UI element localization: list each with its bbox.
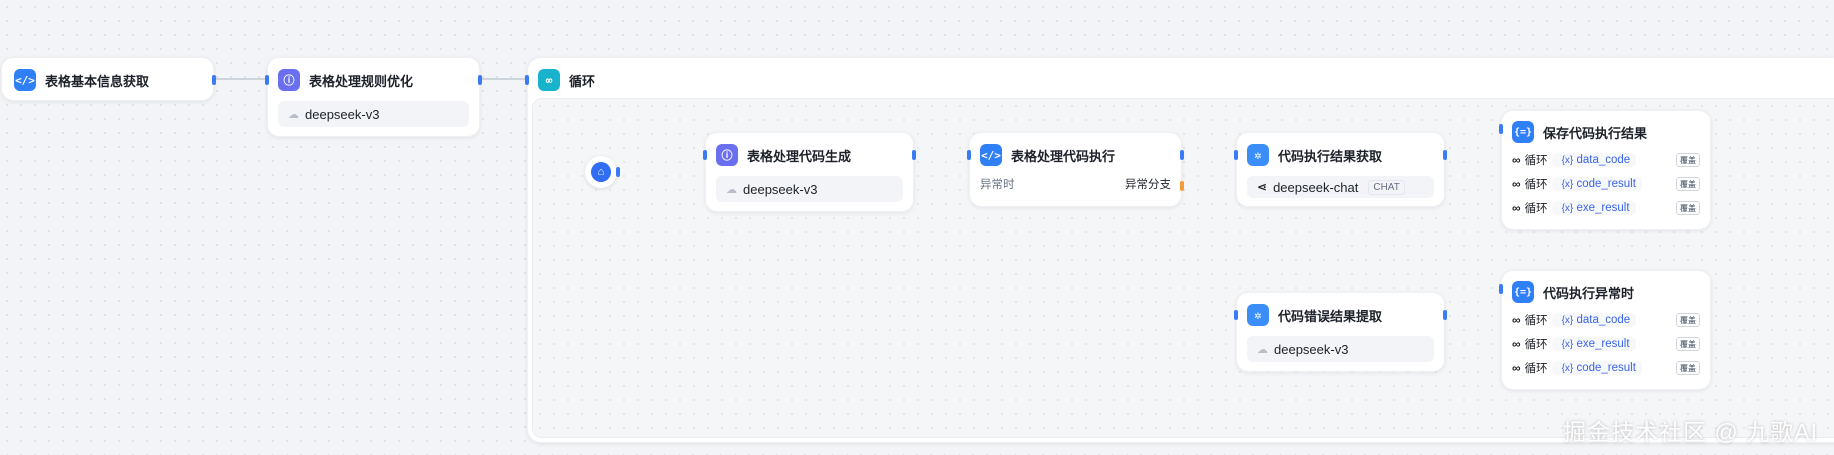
node-title: 表格处理代码生成 xyxy=(747,148,852,164)
llm-icon: ⓘ xyxy=(716,144,738,166)
node-rule-optimize[interactable]: ⓘ 表格处理规则优化 ☁ deepseek-v3 xyxy=(265,57,482,137)
exception-handle[interactable] xyxy=(1180,181,1184,191)
input-handle[interactable] xyxy=(703,150,707,160)
loop-icon: ∞ xyxy=(1512,361,1521,375)
agent-icon: ✲ xyxy=(1247,304,1269,326)
variable-name: code_result xyxy=(1576,178,1636,190)
output-handle[interactable] xyxy=(212,75,216,85)
model-field[interactable]: ☁ deepseek-v3 xyxy=(716,176,903,202)
loop-icon: ∞ xyxy=(1512,337,1521,351)
variable-icon: {x} xyxy=(1561,363,1574,374)
variable-row[interactable]: ∞ 循环 {x} exe_result 覆盖 xyxy=(1512,335,1700,353)
loop-icon: ∞ xyxy=(1512,201,1521,215)
llm-icon: ⓘ xyxy=(278,69,300,91)
variable-row[interactable]: ∞ 循环 {x} data_code 覆盖 xyxy=(1512,151,1700,169)
node-code-generate[interactable]: ⓘ 表格处理代码生成 ☁ deepseek-v3 xyxy=(703,132,916,212)
output-handle[interactable] xyxy=(478,75,482,85)
variable-source: 循环 xyxy=(1524,179,1548,191)
model-tag: CHAT xyxy=(1368,179,1405,195)
exception-branch-label: 异常分支 xyxy=(1125,179,1171,191)
variable-icon: {=} xyxy=(1512,281,1534,303)
variable-source: 循环 xyxy=(1524,203,1548,215)
variable-row[interactable]: ∞ 循环 {x} data_code 覆盖 xyxy=(1512,311,1700,329)
loop-start-node[interactable]: ⌂ xyxy=(585,156,620,188)
overwrite-button[interactable]: 覆盖 xyxy=(1676,153,1700,167)
node-table-info[interactable]: </> 表格基本信息获取 xyxy=(1,57,216,101)
node-title: 保存代码执行结果 xyxy=(1543,125,1648,141)
exception-row: 异常时 异常分支 xyxy=(980,176,1171,192)
node-error-extract[interactable]: ✲ 代码错误结果提取 ☁ deepseek-v3 xyxy=(1234,292,1447,372)
input-handle[interactable] xyxy=(967,150,971,160)
loop-icon: ∞ xyxy=(1512,177,1521,191)
variable-row[interactable]: ∞ 循环 {x} code_result 覆盖 xyxy=(1512,175,1700,193)
model-name: deepseek-chat xyxy=(1273,179,1359,195)
output-handle[interactable] xyxy=(912,150,916,160)
node-save-result[interactable]: {=} 保存代码执行结果 ∞ 循环 {x} data_code 覆盖 ∞ 循环 … xyxy=(1499,110,1711,230)
model-name: deepseek-v3 xyxy=(1274,341,1349,357)
model-field[interactable]: ☁ deepseek-v3 xyxy=(1247,336,1434,362)
output-handle[interactable] xyxy=(1443,150,1447,160)
overwrite-button[interactable]: 覆盖 xyxy=(1676,201,1700,215)
variable-name: code_result xyxy=(1576,362,1636,374)
variable-source: 循环 xyxy=(1524,363,1548,375)
variable-icon: {x} xyxy=(1561,155,1574,166)
model-name: deepseek-v3 xyxy=(743,181,818,197)
output-handle[interactable] xyxy=(616,167,620,177)
node-title: 表格基本信息获取 xyxy=(45,73,150,89)
input-handle[interactable] xyxy=(265,75,269,85)
input-handle[interactable] xyxy=(1234,150,1238,160)
output-handle[interactable] xyxy=(1443,310,1447,320)
model-name: deepseek-v3 xyxy=(305,106,380,122)
overwrite-button[interactable]: 覆盖 xyxy=(1676,337,1700,351)
node-title: 代码执行异常时 xyxy=(1543,285,1635,301)
overwrite-button[interactable]: 覆盖 xyxy=(1676,313,1700,327)
code-icon: </> xyxy=(980,144,1002,166)
cloud-icon: ☁ xyxy=(1257,343,1268,356)
input-handle[interactable] xyxy=(1499,124,1503,134)
cloud-icon: ☁ xyxy=(288,108,299,121)
overwrite-button[interactable]: 覆盖 xyxy=(1676,177,1700,191)
variable-source: 循环 xyxy=(1524,315,1548,327)
node-result-fetch[interactable]: ✲ 代码执行结果获取 ⋖ deepseek-chat CHAT xyxy=(1234,132,1447,207)
node-title: 表格处理规则优化 xyxy=(309,73,414,89)
variable-name: data_code xyxy=(1576,154,1631,166)
output-handle[interactable] xyxy=(1180,150,1184,160)
model-field[interactable]: ☁ deepseek-v3 xyxy=(278,101,469,127)
variable-name: exe_result xyxy=(1576,202,1630,214)
variable-icon: {=} xyxy=(1512,121,1534,143)
loop-icon: ∞ xyxy=(1512,313,1521,327)
variable-icon: {x} xyxy=(1561,179,1574,190)
agent-icon: ✲ xyxy=(1247,144,1269,166)
overwrite-button[interactable]: 覆盖 xyxy=(1676,361,1700,375)
variable-icon: {x} xyxy=(1561,203,1574,214)
variable-name: data_code xyxy=(1576,314,1631,326)
node-title: 表格处理代码执行 xyxy=(1011,148,1116,164)
model-field[interactable]: ⋖ deepseek-chat CHAT xyxy=(1247,176,1434,198)
home-icon: ⌂ xyxy=(591,162,611,182)
node-title: 循环 xyxy=(569,73,596,89)
variable-row[interactable]: ∞ 循环 {x} code_result 覆盖 xyxy=(1512,359,1700,377)
deepseek-icon: ⋖ xyxy=(1257,180,1268,194)
input-handle[interactable] xyxy=(525,75,529,85)
node-code-execute[interactable]: </> 表格处理代码执行 异常时 异常分支 xyxy=(967,132,1184,207)
code-icon: </> xyxy=(14,69,36,91)
node-on-error[interactable]: {=} 代码执行异常时 ∞ 循环 {x} data_code 覆盖 ∞ 循环 {… xyxy=(1499,270,1711,390)
node-title: 代码错误结果提取 xyxy=(1278,308,1383,324)
variable-row[interactable]: ∞ 循环 {x} exe_result 覆盖 xyxy=(1512,199,1700,217)
loop-icon: ∞ xyxy=(538,69,560,91)
input-handle[interactable] xyxy=(1499,284,1503,294)
cloud-icon: ☁ xyxy=(726,183,737,196)
watermark: 掘金技术社区 @ 九歌AI xyxy=(1563,419,1818,445)
variable-icon: {x} xyxy=(1561,315,1574,326)
input-handle[interactable] xyxy=(1234,310,1238,320)
loop-icon: ∞ xyxy=(1512,153,1521,167)
variable-source: 循环 xyxy=(1524,155,1548,167)
exception-label: 异常时 xyxy=(980,179,1015,191)
node-title: 代码执行结果获取 xyxy=(1278,148,1383,164)
variable-icon: {x} xyxy=(1561,339,1574,350)
variable-source: 循环 xyxy=(1524,339,1548,351)
variable-name: exe_result xyxy=(1576,338,1630,350)
